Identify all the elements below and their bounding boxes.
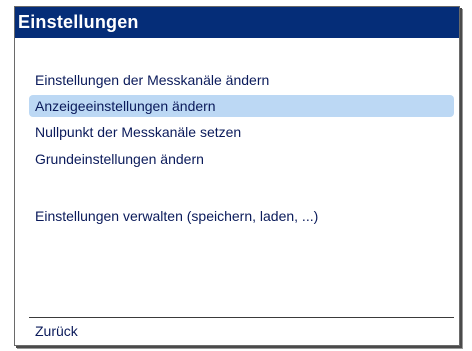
menu-item-measurement-channels[interactable]: Einstellungen der Messkanäle ändern	[29, 69, 454, 91]
back-button[interactable]: Zurück	[29, 321, 454, 341]
menu-item-zero-point[interactable]: Nullpunkt der Messkanäle setzen	[29, 121, 454, 143]
settings-window: Einstellungen Einstellungen der Messkanä…	[14, 6, 460, 346]
window-title: Einstellungen	[15, 7, 459, 38]
footer-divider	[29, 317, 454, 318]
menu-item-basic-settings[interactable]: Grundeinstellungen ändern	[29, 148, 454, 170]
menu-item-display-settings[interactable]: Anzeigeeinstellungen ändern	[29, 95, 454, 117]
menu-item-manage-settings[interactable]: Einstellungen verwalten (speichern, lade…	[29, 205, 454, 227]
